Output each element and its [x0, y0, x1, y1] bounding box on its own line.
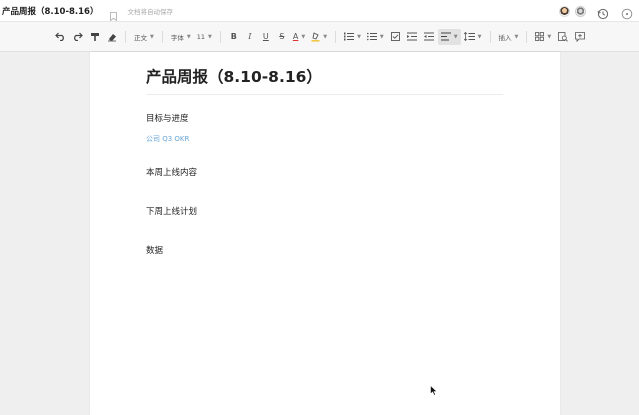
document-title-tab[interactable]: 产品周报（8.10-8.16） — [2, 5, 98, 17]
paragraph-style-dropdown[interactable]: 正文 ▼ — [131, 29, 157, 45]
indent-increase-icon[interactable] — [406, 29, 419, 45]
checklist-icon[interactable] — [389, 29, 402, 45]
bold-button[interactable]: B — [228, 29, 240, 45]
chevron-down-icon: ▼ — [453, 33, 458, 40]
section-heading-next-week[interactable]: 下周上线计划 — [146, 205, 197, 217]
chevron-down-icon: ▼ — [208, 33, 212, 40]
toolbar-divider — [335, 30, 337, 43]
bullet-list-dropdown[interactable]: ▼ — [364, 29, 387, 45]
chevron-down-icon: ▼ — [323, 33, 328, 40]
chevron-down-icon: ▼ — [301, 33, 306, 40]
insert-dropdown[interactable]: 插入 ▼ — [496, 29, 522, 45]
section-heading-goals[interactable]: 目标与进度 — [146, 112, 189, 124]
comment-icon[interactable] — [573, 29, 586, 45]
toolbar-divider — [161, 30, 163, 43]
font-family-label: 字体 — [170, 33, 184, 42]
toolbar-divider — [125, 30, 126, 43]
okr-link[interactable]: 公司 Q3 OKR — [146, 134, 189, 144]
bullet-list-icon — [366, 32, 377, 41]
app-window: 产品周报（8.10-8.16） 文档将自动保存 正文 ▼ 字体 ▼ 11 ▼ B… — [0, 0, 639, 415]
highlighter-icon — [311, 31, 320, 42]
align-left-icon — [440, 32, 451, 41]
toolbar-divider — [219, 30, 221, 43]
table-dropdown[interactable]: ▼ — [532, 29, 554, 45]
chevron-down-icon: ▼ — [477, 33, 482, 40]
insert-label: 插入 — [498, 33, 512, 42]
bookmark-icon[interactable] — [110, 6, 118, 22]
chevron-down-icon: ▼ — [547, 33, 552, 40]
indent-decrease-icon[interactable] — [423, 29, 436, 45]
numbered-list-icon — [344, 32, 355, 41]
chevron-down-icon: ▼ — [514, 33, 519, 40]
font-size-label: 11 — [196, 32, 205, 41]
toolbar-divider — [489, 30, 491, 43]
line-spacing-dropdown[interactable]: ▼ — [461, 29, 485, 45]
document-heading[interactable]: 产品周报（8.10-8.16） — [146, 65, 322, 87]
text-color-label: A — [292, 32, 299, 41]
font-family-dropdown[interactable]: 字体 ▼ — [168, 29, 194, 45]
strikethrough-button[interactable]: S — [276, 29, 288, 45]
font-size-dropdown[interactable]: 11 ▼ — [194, 29, 215, 45]
collaborator-avatar[interactable] — [575, 5, 586, 17]
table-icon — [535, 32, 545, 41]
line-spacing-icon — [463, 32, 475, 41]
autosave-status: 文档将自动保存 — [127, 7, 173, 16]
editor-workspace: 产品周报（8.10-8.16） 目标与进度 公司 Q3 OKR 本周上线内容 下… — [0, 52, 639, 415]
title-bar-actions — [559, 0, 639, 22]
history-icon[interactable] — [597, 5, 609, 20]
title-bar: 产品周报（8.10-8.16） 文档将自动保存 — [0, 0, 639, 22]
numbered-list-dropdown[interactable]: ▼ — [341, 29, 364, 45]
chevron-down-icon: ▼ — [186, 33, 191, 40]
find-replace-icon[interactable] — [556, 29, 569, 45]
chevron-down-icon: ▼ — [357, 33, 361, 40]
italic-button[interactable]: I — [244, 29, 256, 45]
collaborator-avatar[interactable] — [559, 5, 570, 17]
highlight-dropdown[interactable]: ▼ — [308, 29, 330, 45]
document-page[interactable]: 产品周报（8.10-8.16） 目标与进度 公司 Q3 OKR 本周上线内容 下… — [90, 52, 560, 415]
section-heading-this-week[interactable]: 本周上线内容 — [146, 166, 197, 178]
chevron-down-icon: ▼ — [379, 33, 384, 40]
paragraph-style-label: 正文 — [134, 33, 147, 42]
underline-button[interactable]: U — [260, 29, 272, 45]
clear-format-icon[interactable] — [105, 29, 118, 45]
mouse-pointer-icon — [430, 385, 438, 396]
undo-icon[interactable] — [54, 29, 67, 45]
more-icon[interactable] — [621, 5, 633, 20]
format-painter-icon[interactable] — [88, 29, 101, 45]
redo-icon[interactable] — [71, 29, 84, 45]
chevron-down-icon: ▼ — [150, 33, 154, 40]
heading-divider — [146, 94, 503, 95]
section-heading-data[interactable]: 数据 — [146, 244, 163, 256]
text-color-dropdown[interactable]: A ▼ — [290, 29, 308, 45]
align-dropdown[interactable]: ▼ — [437, 28, 461, 45]
toolbar-divider — [526, 30, 528, 43]
format-toolbar: 正文 ▼ 字体 ▼ 11 ▼ B I U S A ▼ ▼ ▼ ▼ ▼ ▼ 插入 … — [0, 22, 639, 52]
